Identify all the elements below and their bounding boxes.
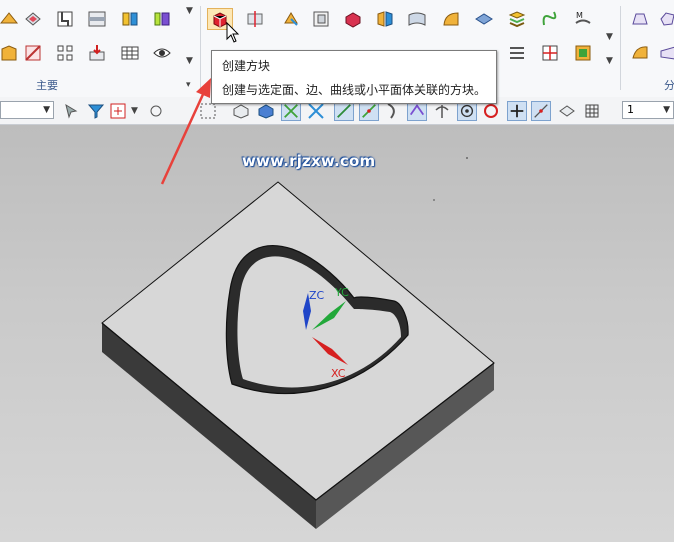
mouse-pointer-icon bbox=[226, 22, 240, 43]
annotation-arrow bbox=[160, 89, 207, 185]
watermark-text: www.rjzxw.com bbox=[242, 152, 376, 170]
annotation-arrowhead bbox=[196, 78, 211, 98]
tooltip-title: 创建方块 bbox=[222, 59, 271, 73]
block-tooltip: 创建方块 创建与选定面、边、曲线或小平面体关联的方块。 bbox=[211, 50, 497, 104]
tooltip-description: 创建与选定面、边、曲线或小平面体关联的方块。 bbox=[222, 83, 487, 97]
